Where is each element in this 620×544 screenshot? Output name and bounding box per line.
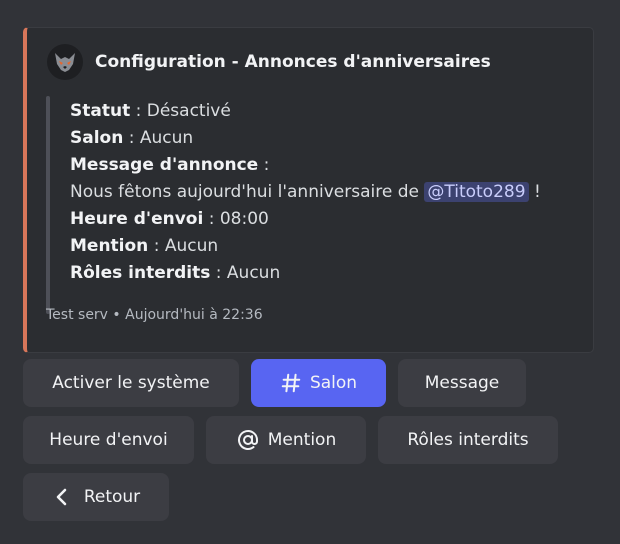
user-mention[interactable]: @Titoto289 [424, 182, 529, 202]
message-body: Nous fêtons aujourd'hui l'anniversaire d… [70, 182, 419, 202]
field-value: Aucun [139, 128, 194, 148]
button-label: Rôles interdits [407, 430, 529, 450]
field-roles: Rôles interdits : Aucun [70, 263, 281, 283]
field-message: Message d'annonce : [70, 155, 270, 175]
hashtag-icon [280, 372, 302, 394]
forbidden-roles-button[interactable]: Rôles interdits [378, 416, 558, 464]
back-button[interactable]: Retour [23, 473, 169, 521]
message-end: ! [533, 182, 541, 202]
embed-header: Configuration - Annonces d'anniversaires [47, 44, 491, 80]
field-label: Salon [70, 128, 124, 148]
at-sign-icon [236, 428, 260, 452]
field-statut: Statut : Désactivé [70, 101, 231, 121]
field-value: Aucun [164, 236, 219, 256]
footer-timestamp: Aujourd'hui à 22:36 [125, 307, 263, 323]
blockquote-bar [46, 96, 50, 314]
button-label: Mention [267, 430, 337, 450]
embed-title: Configuration - Annonces d'anniversaires [95, 52, 491, 72]
button-label: Retour [83, 487, 141, 507]
field-value: Aucun [226, 263, 281, 283]
embed-fields: Statut : Désactivé Salon : Aucun Message… [70, 98, 541, 287]
mention-button[interactable]: Mention [206, 416, 366, 464]
message-button[interactable]: Message [398, 359, 526, 407]
footer-server: Test serv [46, 307, 108, 323]
send-time-button[interactable]: Heure d'envoi [23, 416, 194, 464]
wolf-logo-icon [47, 44, 83, 80]
field-mention: Mention : Aucun [70, 236, 219, 256]
field-heure: Heure d'envoi : 08:00 [70, 209, 269, 229]
button-label: Activer le système [52, 373, 210, 393]
field-label: Message d'annonce [70, 155, 259, 175]
field-label: Heure d'envoi [70, 209, 204, 229]
button-label: Salon [309, 373, 358, 393]
salon-button[interactable]: Salon [251, 359, 386, 407]
button-label: Heure d'envoi [49, 430, 168, 450]
chevron-left-icon [52, 487, 70, 507]
field-salon: Salon : Aucun [70, 128, 194, 148]
message-text: Nous fêtons aujourd'hui l'anniversaire d… [70, 179, 541, 206]
field-value: 08:00 [219, 209, 269, 229]
field-label: Rôles interdits [70, 263, 211, 283]
embed-footer: Test serv • Aujourd'hui à 22:36 [46, 307, 263, 323]
config-embed: Configuration - Annonces d'anniversaires… [23, 27, 594, 353]
field-label: Mention [70, 236, 149, 256]
button-label: Message [424, 373, 500, 393]
field-label: Statut [70, 101, 131, 121]
field-value: Désactivé [146, 101, 231, 121]
activate-system-button[interactable]: Activer le système [23, 359, 239, 407]
